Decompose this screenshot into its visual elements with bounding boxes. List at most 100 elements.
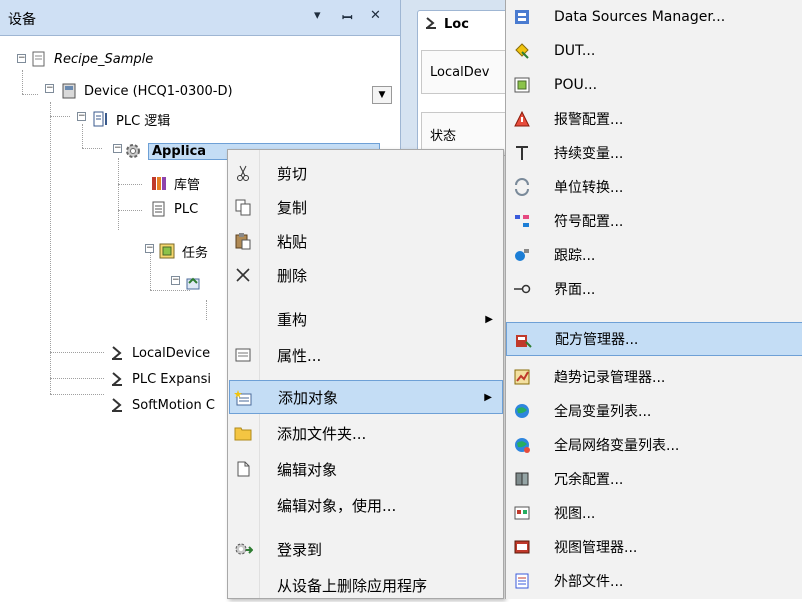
delete-icon	[233, 266, 253, 284]
submenu-item-label: DUT...	[554, 43, 596, 59]
menu-item-label: 编辑对象	[277, 460, 338, 479]
tree-node-label: Device (HCQ1-0300-D)	[84, 83, 233, 99]
submenu-arrow-icon: ▶	[485, 313, 493, 325]
tree-line	[118, 210, 142, 211]
tree-node-label: PLC Expansi	[132, 371, 212, 387]
submenu-item-global-var-list[interactable]: 全局变量列表...	[506, 394, 802, 428]
menu-item-label: 复制	[277, 198, 308, 217]
submenu-item-redundancy-config[interactable]: 冗余配置...	[506, 462, 802, 496]
menu-item-login[interactable]: 登录到	[229, 532, 503, 566]
tree-line	[82, 148, 102, 149]
submenu-item-label: 跟踪...	[554, 248, 596, 264]
menu-item-cut[interactable]: 剪切	[229, 156, 503, 190]
tree-node-label: Recipe_Sample	[54, 51, 154, 67]
tree-node-label: SoftMotion C	[132, 397, 215, 413]
folder-icon	[233, 424, 253, 442]
menu-item-refactor[interactable]: 重构 ▶	[229, 302, 503, 336]
connector-icon	[108, 344, 126, 362]
menu-item-properties[interactable]: 属性...	[229, 338, 503, 372]
submenu-item-label: 外部文件...	[554, 574, 624, 590]
menu-item-label: 重构	[277, 310, 308, 329]
menu-item-edit-object[interactable]: 编辑对象	[229, 452, 503, 486]
tree-node-label: 任务	[182, 245, 209, 261]
submenu-item-data-sources[interactable]: Data Sources Manager...	[506, 0, 802, 34]
submenu-item-label: 视图...	[554, 506, 596, 522]
panel-title: 设备	[8, 12, 36, 28]
tree-node-recipe-sample[interactable]: Recipe_Sample	[30, 48, 153, 70]
submenu-item-recipe-manager[interactable]: 配方管理器...	[506, 322, 802, 356]
panel-menu-icon[interactable]: ▾	[314, 8, 321, 23]
tree-node-task-config[interactable]: 任务	[158, 240, 208, 262]
menu-item-paste[interactable]: 粘贴	[229, 224, 503, 258]
tree-line	[50, 394, 104, 395]
editor-tab[interactable]: Loc	[417, 10, 511, 38]
tree-node-plc-settings[interactable]: PLC	[150, 198, 198, 220]
redundancy-icon	[512, 470, 532, 488]
collapse-icon[interactable]: −	[45, 84, 54, 93]
tree-node-plc-expansion[interactable]: PLC Expansi	[108, 368, 211, 390]
tree-node-local-device[interactable]: LocalDevice	[108, 342, 210, 364]
submenu-item-view[interactable]: 视图...	[506, 496, 802, 530]
submenu-item-global-network-var-list[interactable]: 全局网络变量列表...	[506, 428, 802, 462]
tree-node-device[interactable]: Device (HCQ1-0300-D)	[60, 80, 233, 102]
collapse-icon[interactable]: −	[113, 144, 122, 153]
device-icon	[60, 82, 78, 100]
network-var-icon	[512, 436, 532, 454]
close-icon[interactable]: ✕	[370, 8, 381, 23]
submenu-item-unit-conversion[interactable]: 单位转换...	[506, 170, 802, 204]
submenu-item-trend-manager[interactable]: 趋势记录管理器...	[506, 360, 802, 394]
view-manager-icon	[512, 538, 532, 556]
submenu-arrow-icon: ▶	[484, 391, 492, 403]
view-icon	[512, 504, 532, 522]
menu-item-copy[interactable]: 复制	[229, 190, 503, 224]
menu-item-remove-app[interactable]: 从设备上删除应用程序	[229, 568, 503, 602]
submenu-item-label: 趋势记录管理器...	[554, 370, 666, 386]
submenu-item-external-file[interactable]: 外部文件...	[506, 564, 802, 598]
connector-icon	[424, 16, 438, 34]
global-var-icon	[512, 402, 532, 420]
context-menu: 剪切 复制 粘贴 删除 重构 ▶ 属性... 添加对象 ▶ 添加文件夹... 编…	[227, 149, 504, 599]
menu-item-add-folder[interactable]: 添加文件夹...	[229, 416, 503, 450]
submenu-item-persistent-vars[interactable]: 持续变量...	[506, 136, 802, 170]
tree-node-plc-logic[interactable]: PLC 逻辑	[92, 108, 170, 130]
submenu-item-label: 持续变量...	[554, 146, 624, 162]
submenu-item-interface[interactable]: 界面...	[506, 272, 802, 306]
connector-icon	[108, 370, 126, 388]
external-file-icon	[512, 572, 532, 590]
task-icon	[184, 274, 202, 292]
editor-subtab-localdevice[interactable]: LocalDev	[421, 50, 511, 94]
menu-item-add-object[interactable]: 添加对象 ▶	[229, 380, 503, 414]
recipe-manager-icon	[513, 331, 533, 349]
paste-icon	[233, 232, 253, 250]
pin-icon[interactable]: ꟷ	[342, 8, 353, 26]
edit-object-icon	[233, 460, 253, 478]
submenu-item-trace[interactable]: 跟踪...	[506, 238, 802, 272]
menu-item-label: 从设备上删除应用程序	[277, 576, 428, 595]
tree-node-library[interactable]: 库管	[150, 172, 200, 194]
alarm-icon	[512, 110, 532, 128]
submenu-item-dut[interactable]: DUT...	[506, 34, 802, 68]
submenu-item-view-manager[interactable]: 视图管理器...	[506, 530, 802, 564]
symbol-config-icon	[512, 212, 532, 230]
submenu-item-symbol-config[interactable]: 符号配置...	[506, 204, 802, 238]
tree-line	[118, 158, 119, 230]
tree-node-softmotion[interactable]: SoftMotion C	[108, 394, 215, 416]
menu-item-label: 登录到	[277, 540, 323, 559]
submenu-item-alarm-config[interactable]: 报警配置...	[506, 102, 802, 136]
data-sources-icon	[512, 8, 532, 26]
tree-node-task[interactable]	[184, 272, 208, 294]
menu-item-edit-object-with[interactable]: 编辑对象，使用...	[229, 488, 503, 522]
collapse-icon[interactable]: −	[17, 54, 26, 63]
collapse-icon[interactable]: −	[171, 276, 180, 285]
editor-subtab-label: LocalDev	[430, 64, 490, 80]
tree-node-label: PLC 逻辑	[116, 113, 171, 129]
collapse-icon[interactable]: −	[145, 244, 154, 253]
add-object-submenu: Data Sources Manager... DUT... POU... 报警…	[505, 0, 802, 599]
menu-item-delete[interactable]: 删除	[229, 258, 503, 292]
submenu-item-pou[interactable]: POU...	[506, 68, 802, 102]
dropdown-icon[interactable]: ▼	[372, 86, 392, 104]
persistent-var-icon	[512, 144, 532, 162]
tree-line	[118, 184, 142, 185]
dut-icon	[512, 42, 532, 60]
collapse-icon[interactable]: −	[77, 112, 86, 121]
